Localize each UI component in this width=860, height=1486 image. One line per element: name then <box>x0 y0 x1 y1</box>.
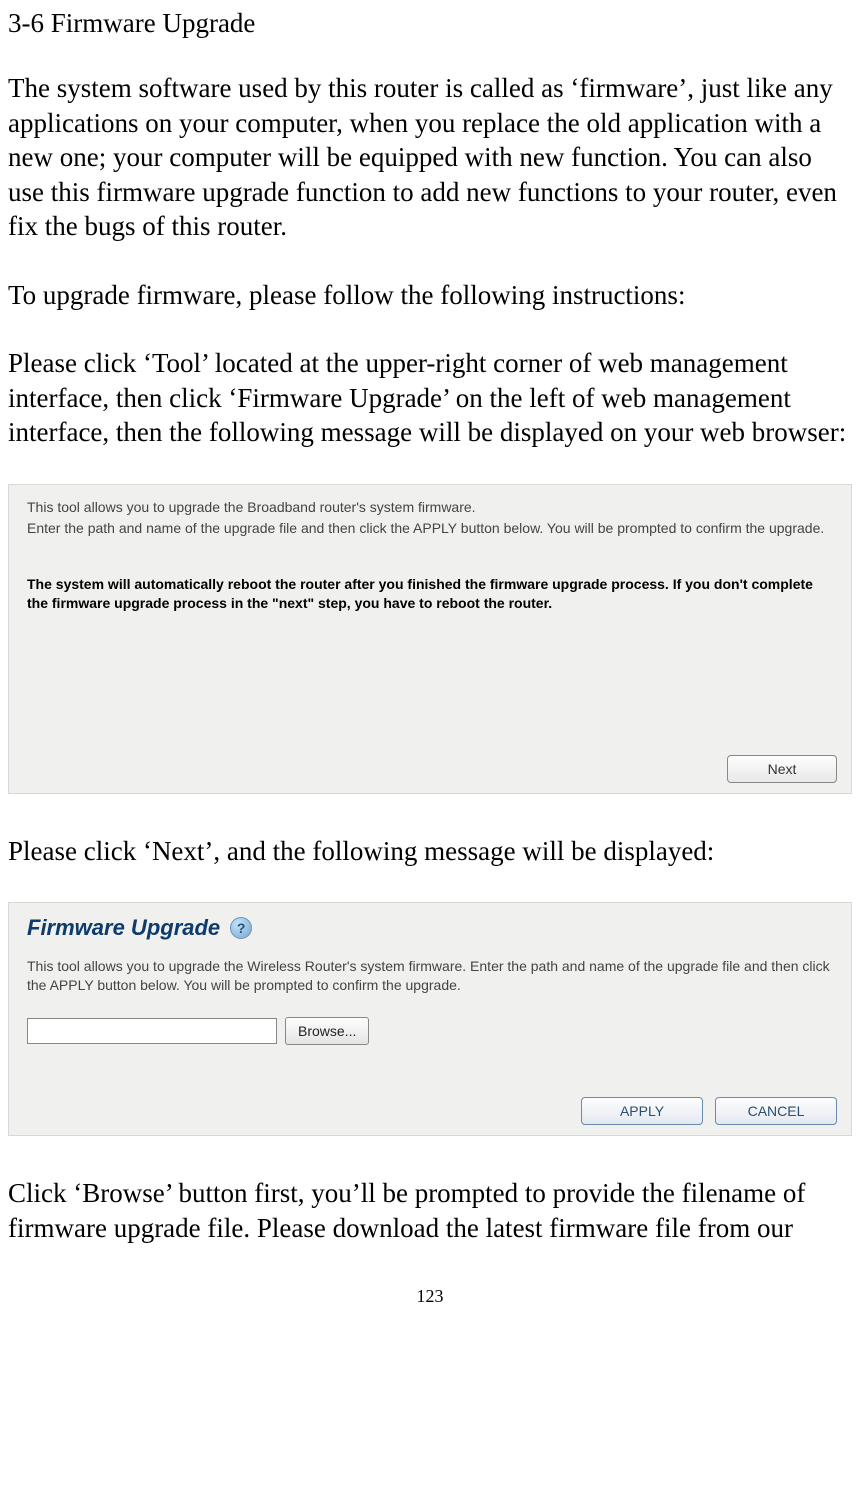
page-number: 123 <box>8 1286 852 1307</box>
paragraph-step-2: Please click ‘Next’, and the following m… <box>8 834 852 869</box>
cancel-button[interactable]: CANCEL <box>715 1097 837 1125</box>
screenshot-firmware-intro: This tool allows you to upgrade the Broa… <box>8 484 852 794</box>
shot2-title-row: Firmware Upgrade ? <box>27 915 833 941</box>
next-button[interactable]: Next <box>727 755 837 783</box>
apply-button[interactable]: APPLY <box>581 1097 703 1125</box>
file-chooser-row: Browse... <box>27 1017 833 1045</box>
document-page: 3-6 Firmware Upgrade The system software… <box>0 0 860 1337</box>
shot1-warning-text: The system will automatically reboot the… <box>27 575 833 613</box>
paragraph-instructions-lead: To upgrade firmware, please follow the f… <box>8 278 852 313</box>
paragraph-step-3: Click ‘Browse’ button first, you’ll be p… <box>8 1176 852 1245</box>
paragraph-step-1: Please click ‘Tool’ located at the upper… <box>8 346 852 450</box>
shot1-text-line2: Enter the path and name of the upgrade f… <box>27 519 833 537</box>
help-icon[interactable]: ? <box>230 917 252 939</box>
paragraph-intro: The system software used by this router … <box>8 71 852 244</box>
shot2-button-row: APPLY CANCEL <box>581 1097 837 1125</box>
screenshot-firmware-upgrade-form: Firmware Upgrade ? This tool allows you … <box>8 902 852 1136</box>
firmware-file-input[interactable] <box>27 1018 277 1044</box>
shot1-text-line1: This tool allows you to upgrade the Broa… <box>27 499 833 515</box>
browse-button[interactable]: Browse... <box>285 1017 369 1045</box>
shot2-description: This tool allows you to upgrade the Wire… <box>27 957 833 995</box>
shot2-title: Firmware Upgrade <box>27 915 220 941</box>
section-heading: 3-6 Firmware Upgrade <box>8 8 852 39</box>
